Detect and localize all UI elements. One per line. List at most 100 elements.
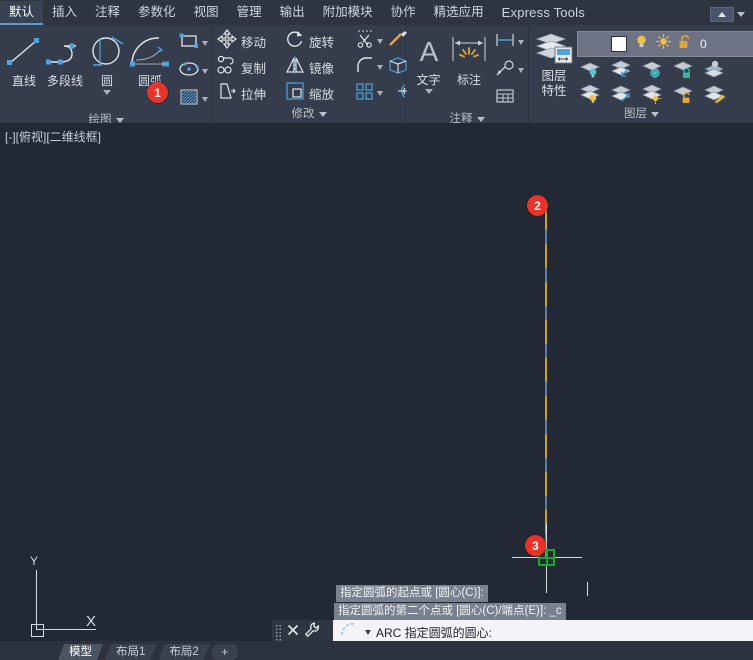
stretch-icon [217, 81, 237, 106]
modify-scale-button[interactable]: 缩放 [285, 80, 353, 106]
ribbon-tab-output[interactable]: 输出 [271, 1, 314, 25]
modify-fillet-button[interactable] [355, 54, 383, 80]
chevron-down-icon[interactable] [365, 630, 371, 635]
panel-modify: 移动 旋转 复制 镜像 拉伸 缩放 修改 [213, 25, 407, 123]
drawn-line[interactable] [545, 210, 547, 558]
modify-copy-button[interactable]: 复制 [217, 54, 285, 80]
rectangle-icon [178, 31, 200, 56]
modify-array-button[interactable] [355, 80, 383, 106]
chevron-down-icon[interactable] [476, 117, 485, 122]
viewport-label[interactable]: [-][俯视][二维线框] [5, 128, 101, 145]
wrench-icon[interactable] [304, 622, 320, 643]
ribbon-tab-addins[interactable]: 附加模块 [314, 1, 382, 25]
circle-icon [86, 31, 128, 73]
chevron-down-icon[interactable] [377, 38, 383, 44]
ribbon-tab-collaborate[interactable]: 协作 [382, 1, 425, 25]
ribbon-tab-annotate[interactable]: 注释 [86, 1, 129, 25]
modify-rotate-button[interactable]: 旋转 [285, 28, 353, 54]
layer-selector[interactable]: 0 [577, 31, 753, 57]
annotation-small-buttons [494, 29, 524, 111]
modify-scale-label: 缩放 [309, 87, 335, 102]
drag-handle[interactable] [275, 624, 282, 641]
trim-icon [355, 29, 375, 54]
ribbon-tab-default[interactable]: 默认 [0, 1, 44, 25]
layer-color-swatch[interactable] [611, 36, 627, 52]
drawing-canvas[interactable]: [-][俯视][二维线框] 2 3 Y X 指定圆弧的起点或 [圆心(C)]: … [0, 123, 753, 641]
bulb-icon[interactable] [634, 34, 649, 54]
layer-turn-on-icon[interactable] [608, 82, 636, 106]
draw-ellipse-button[interactable] [178, 58, 208, 84]
modify-trim-button[interactable] [355, 28, 383, 54]
layout-tab-layout2[interactable]: 布局2 [158, 644, 209, 660]
chevron-down-icon[interactable] [424, 89, 433, 94]
layer-properties-button[interactable]: 图层 特性 [533, 28, 575, 98]
draw-circle-button[interactable]: 圆 [86, 29, 128, 95]
layer-match-icon[interactable] [701, 82, 729, 106]
panel-annotation: A 文字 标注 注释 [406, 25, 529, 125]
arc-icon [126, 31, 174, 73]
ribbon-collapse-icon[interactable] [710, 7, 734, 22]
annotation-linear-dim-button[interactable] [494, 29, 524, 55]
close-icon[interactable] [286, 623, 300, 642]
array-icon [355, 81, 375, 106]
layer-lock-icon[interactable] [670, 57, 698, 81]
ucs-origin-box [31, 624, 44, 637]
ribbon-minimize-control[interactable] [710, 7, 745, 22]
annotation-table-button[interactable] [494, 85, 524, 111]
chevron-down-icon[interactable] [202, 96, 208, 102]
chevron-down-icon[interactable] [737, 12, 745, 17]
ucs-icon: Y X [14, 554, 96, 638]
chevron-down-icon[interactable] [651, 112, 659, 117]
ribbon-tab-view[interactable]: 视图 [185, 1, 228, 25]
layer-properties-icon [533, 30, 575, 68]
sun-icon[interactable] [656, 34, 671, 54]
command-tooltip-1: 指定圆弧的起点或 [圆心(C)]: [336, 585, 488, 602]
chevron-down-icon[interactable] [202, 40, 208, 46]
ellipse-icon [178, 59, 200, 84]
command-prompt-text: ARC 指定圆弧的圆心: [376, 626, 493, 640]
hatch-icon [178, 87, 200, 112]
chevron-down-icon[interactable] [518, 39, 524, 45]
draw-rectangle-button[interactable] [178, 30, 208, 56]
ribbon-tab-insert[interactable]: 插入 [43, 1, 86, 25]
annotation-leader-button[interactable] [494, 57, 524, 83]
add-layout-button[interactable]: + [211, 644, 238, 660]
chevron-down-icon[interactable] [377, 90, 383, 96]
chevron-down-icon[interactable] [518, 67, 524, 73]
modify-stretch-button[interactable]: 拉伸 [217, 80, 285, 106]
layer-unisolate-icon[interactable] [608, 57, 636, 81]
layer-off-icon[interactable] [577, 82, 605, 106]
panel-modify-title-bar[interactable]: 修改 [213, 106, 405, 123]
chevron-down-icon[interactable] [318, 112, 327, 117]
callout-badge-3: 3 [525, 535, 546, 556]
ribbon-tab-parametric[interactable]: 参数化 [129, 1, 185, 25]
chevron-down-icon[interactable] [103, 90, 111, 95]
ribbon-tab-manage[interactable]: 管理 [228, 1, 271, 25]
layer-thaw-icon[interactable] [639, 82, 667, 106]
ribbon-tab-featured-apps[interactable]: 精选应用 [425, 1, 493, 25]
modify-move-label: 移动 [241, 35, 267, 50]
layer-isolate-icon[interactable] [577, 57, 605, 81]
draw-line-button[interactable]: 直线 [4, 29, 44, 88]
annotation-dimension-button[interactable]: 标注 [447, 28, 491, 87]
panel-layers-title-bar[interactable]: 图层 [529, 106, 753, 123]
layout-tab-layout1[interactable]: 布局1 [105, 644, 156, 660]
annotation-text-button[interactable]: A 文字 [410, 28, 447, 94]
draw-line-label: 直线 [11, 74, 36, 88]
modify-mirror-button[interactable]: 镜像 [285, 54, 353, 80]
panel-modify-title: 修改 [291, 108, 315, 120]
unlock-icon[interactable] [678, 34, 693, 55]
line-icon [4, 31, 44, 73]
chevron-down-icon[interactable] [377, 64, 383, 70]
draw-hatch-button[interactable] [178, 86, 208, 112]
layer-unlock-icon[interactable] [670, 82, 698, 106]
layer-properties-label-1: 图层 [541, 69, 567, 83]
layer-freeze-icon[interactable] [639, 57, 667, 81]
modify-move-button[interactable]: 移动 [217, 28, 285, 54]
layout-tab-model[interactable]: 模型 [58, 644, 103, 660]
ribbon-tab-express-tools[interactable]: Express Tools [493, 1, 594, 25]
polyline-icon [44, 31, 86, 73]
layer-set-current-icon[interactable] [701, 57, 729, 81]
draw-polyline-button[interactable]: 多段线 [44, 29, 86, 88]
chevron-down-icon[interactable] [202, 68, 208, 74]
